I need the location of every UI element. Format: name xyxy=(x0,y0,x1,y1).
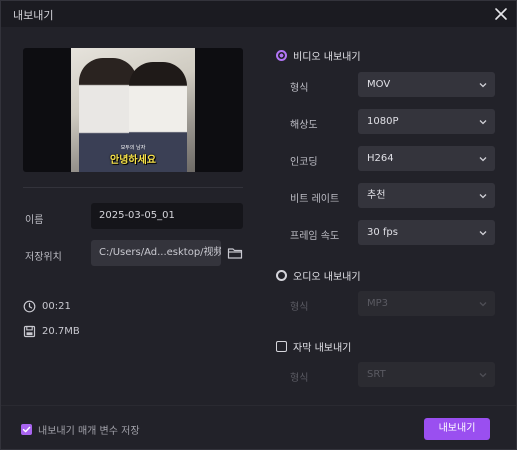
radio-selected-indicator xyxy=(276,50,287,61)
checkbox-checked-indicator xyxy=(21,424,32,435)
name-label: 이름 xyxy=(25,215,44,226)
subtitle-format-value: SRT xyxy=(367,369,386,380)
check-icon xyxy=(22,426,31,433)
checkbox-unchecked-indicator xyxy=(276,341,287,352)
video-export-label: 비디오 내보내기 xyxy=(293,52,361,63)
save-params-label: 내보내기 매개 변수 저장 xyxy=(38,426,140,437)
frame-rate-label: 프레임 속도 xyxy=(290,231,340,242)
thumbnail-caption-small: 모두의 남자 xyxy=(120,145,146,151)
close-icon xyxy=(495,8,507,20)
chevron-down-icon xyxy=(479,83,487,88)
save-location-label: 저장위치 xyxy=(25,252,62,263)
resolution-value: 1080P xyxy=(367,116,399,127)
encoding-value: H264 xyxy=(367,153,394,164)
audio-format-value: MP3 xyxy=(367,298,389,309)
encoding-select[interactable]: H264 xyxy=(358,146,495,171)
video-export-radio[interactable]: 비디오 내보내기 xyxy=(276,48,361,63)
resolution-label: 해상도 xyxy=(290,120,318,131)
chevron-down-icon xyxy=(479,194,487,199)
browse-folder-button[interactable] xyxy=(227,245,243,261)
chevron-down-icon xyxy=(479,120,487,125)
save-params-checkbox[interactable]: 내보내기 매개 변수 저장 xyxy=(21,422,140,437)
dialog-title: 내보내기 xyxy=(13,9,54,22)
video-preview: 모두의 남자 안녕하세요 xyxy=(23,48,243,172)
video-format-select[interactable]: MOV xyxy=(358,72,495,97)
export-dialog: 내보내기 모두의 남자 안녕하세요 이름 2025-03-05_01 저장위치 … xyxy=(0,0,517,450)
radio-unselected-indicator xyxy=(276,270,287,281)
bitrate-label: 비트 레이트 xyxy=(290,194,340,205)
file-size-value: 20.7MB xyxy=(42,326,80,337)
export-button[interactable]: 내보내기 xyxy=(424,418,490,440)
video-format-label: 형식 xyxy=(290,83,309,94)
frame-rate-value: 30 fps xyxy=(367,227,398,238)
footer-divider xyxy=(1,405,516,406)
chevron-down-icon xyxy=(479,373,487,378)
thumbnail-caption: 안녕하세요 xyxy=(110,155,156,166)
close-button[interactable] xyxy=(491,4,511,24)
video-thumbnail: 모두의 남자 안녕하세요 xyxy=(71,48,195,172)
chevron-down-icon xyxy=(479,302,487,307)
folder-icon xyxy=(227,248,243,259)
name-input[interactable]: 2025-03-05_01 xyxy=(91,203,243,229)
encoding-label: 인코딩 xyxy=(290,157,318,168)
subtitle-format-label: 형식 xyxy=(290,373,309,384)
bitrate-value: 추천 xyxy=(367,190,386,201)
audio-export-radio[interactable]: 오디오 내보내기 xyxy=(276,268,361,283)
save-location-field[interactable]: C:/Users/Ad...esktop/视频素材 xyxy=(91,240,221,266)
bitrate-select[interactable]: 추천 xyxy=(358,183,495,208)
resolution-select[interactable]: 1080P xyxy=(358,109,495,134)
video-format-value: MOV xyxy=(367,79,391,90)
file-size-icon xyxy=(23,325,36,338)
audio-export-label: 오디오 내보내기 xyxy=(293,272,361,283)
chevron-down-icon xyxy=(479,157,487,162)
clock-icon xyxy=(23,300,36,313)
subtitle-format-select: SRT xyxy=(358,362,495,387)
subtitle-export-label: 자막 내보내기 xyxy=(293,343,352,354)
chevron-down-icon xyxy=(479,231,487,236)
audio-format-select: MP3 xyxy=(358,291,495,316)
title-bar: 내보내기 xyxy=(1,1,516,27)
audio-format-label: 형식 xyxy=(290,302,309,313)
subtitle-export-checkbox[interactable]: 자막 내보내기 xyxy=(276,339,351,354)
duration-value: 00:21 xyxy=(42,301,71,312)
frame-rate-select[interactable]: 30 fps xyxy=(358,220,495,245)
left-divider xyxy=(23,187,243,188)
